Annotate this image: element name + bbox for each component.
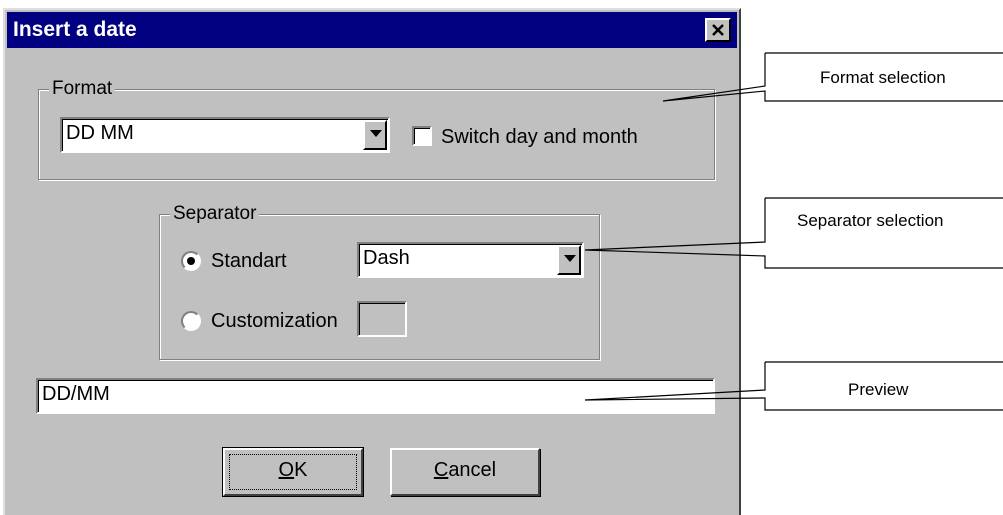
separator-callout-label: Separator selection xyxy=(797,211,944,230)
separator-callout-box xyxy=(584,198,1003,269)
preview-callout-box xyxy=(584,362,1003,411)
preview-callout-label: Preview xyxy=(848,380,909,399)
format-callout-label: Format selection xyxy=(820,68,946,87)
